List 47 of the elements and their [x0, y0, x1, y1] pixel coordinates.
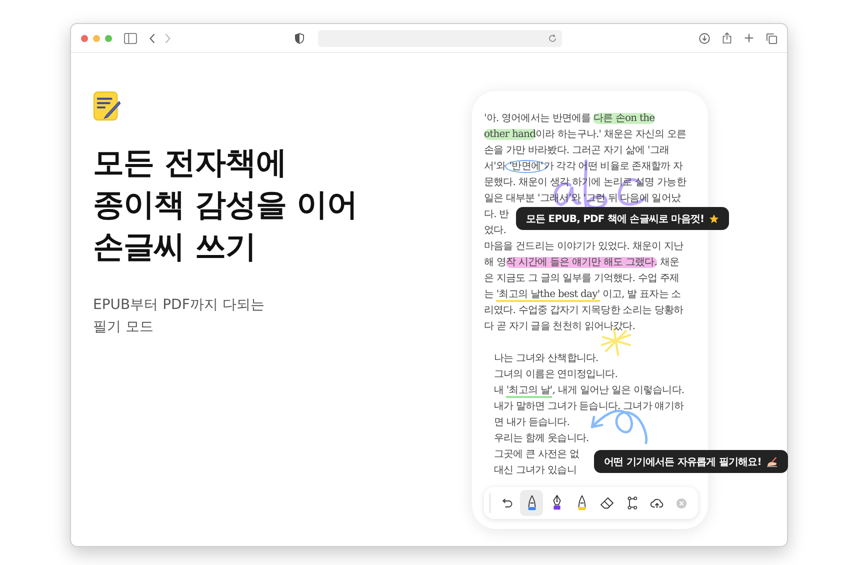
- text-line: 나는 그녀와 산책합니다.: [494, 352, 598, 366]
- text-line: 그녀의 이름은 연미정입니다.: [494, 368, 618, 382]
- download-icon[interactable]: [699, 32, 710, 44]
- headline-text: 손글씨 쓰기: [93, 228, 256, 267]
- text-line: 우리는 함께 웃습니다.: [494, 432, 589, 446]
- text-line: 다. 반: [484, 208, 509, 222]
- tooltip-text: 모든 EPUB, PDF 책에 손글씨로 마음껏!: [526, 212, 704, 226]
- text-line: 면 내가 듣습니다.: [494, 416, 570, 430]
- selection-icon: [626, 496, 636, 510]
- tabs-overview-icon[interactable]: [766, 32, 777, 44]
- text-line: 일은 대부분 '그래서'와 '그런 뒤 다음에 일어났: [484, 192, 681, 206]
- tool-button[interactable]: [520, 490, 543, 516]
- text-line: 었다.: [484, 224, 506, 238]
- text-line: 손을 가만 바라봤다. 그러곤 자기 삶에 '그래: [484, 144, 670, 158]
- loop-arrow-drawing: [590, 409, 648, 445]
- cloud-upload-icon: [650, 498, 664, 508]
- writing-hand-icon: [766, 456, 778, 466]
- text-line: 내 '최고의 날', 내게 일어난 일은 이렇습니다.: [494, 384, 684, 399]
- headline-text: 모든 전자책에: [93, 144, 286, 183]
- tooltip-text: 어떤 기기에서든 자유롭게 필기해요!: [604, 456, 762, 468]
- text-line: '아. 영어에서는 반면에를 다른 손on the: [484, 112, 655, 126]
- star-icon: [709, 214, 720, 224]
- subtitle-text: 필기 모드: [93, 318, 154, 337]
- reload-icon[interactable]: [548, 34, 557, 42]
- text-line: 그곳에 큰 사전은 없: [494, 448, 580, 462]
- subtitle-text: EPUB부터 PDF까지 다되는: [93, 296, 264, 315]
- text-line: 다 곧 자기 글을 천천히 읽어나갔다.: [484, 320, 636, 334]
- share-icon[interactable]: [722, 32, 732, 44]
- undo-icon: [500, 498, 512, 508]
- text-line: 리였다. 수업중 갑자기 지목당한 소리는 당황하: [484, 304, 684, 318]
- text-line: 는 '최고의 날the best day' 이고, 발 표자는 소: [484, 288, 681, 303]
- sidebar-icon[interactable]: [124, 32, 137, 44]
- close-window-icon[interactable]: [81, 34, 88, 42]
- text-line: 대신 그녀가 있습니: [494, 464, 576, 478]
- text-line: 마음을 건드리는 이야기가 있었다. 채운이 지난: [484, 240, 684, 254]
- text-line: other hand이라 하는구나.' 채운은 자신의 오른: [484, 128, 686, 142]
- shield-icon[interactable]: [295, 32, 304, 44]
- headline-text: 종이책 감성을 이어: [93, 186, 358, 225]
- text-line: 해 영작 시간에 들은 얘기만 해도 그랬다. 채운: [484, 256, 680, 270]
- new-tab-icon[interactable]: [744, 33, 754, 43]
- back-icon[interactable]: [149, 32, 156, 44]
- eraser-icon: [600, 497, 614, 509]
- memo-pencil-icon: [93, 91, 122, 122]
- text-line: 내가 말하면 그녀가 듣습니다. 그녀가 얘기하: [494, 400, 684, 414]
- close-icon: [676, 498, 687, 508]
- text-line: 문했다. 채운이 생각 하기에 논리로 설명 가능한: [484, 176, 686, 190]
- text-line: 은 지금도 그 글의 일부를 기억했다. 수업 주제: [484, 272, 680, 286]
